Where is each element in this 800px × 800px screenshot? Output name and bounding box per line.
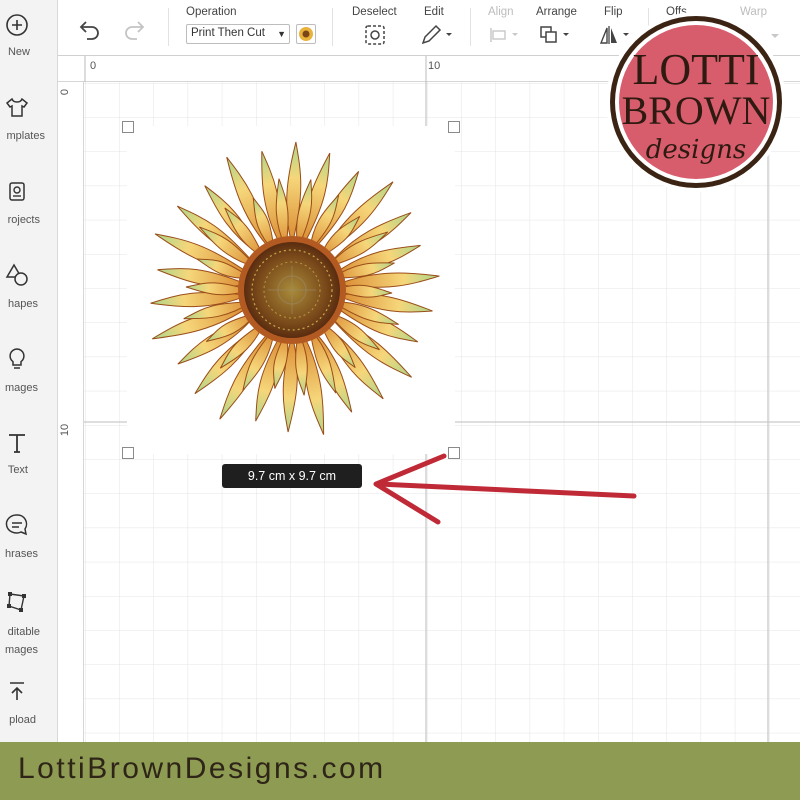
operation-select[interactable]: Print Then Cut ▼ — [186, 24, 290, 44]
sidebar-item-label: ditable — [7, 626, 40, 638]
sidebar-item-label: mplates — [6, 130, 45, 142]
undo-icon[interactable] — [78, 18, 102, 40]
resize-handle-top-right[interactable] — [448, 121, 460, 133]
operation-label: Operation — [186, 6, 237, 18]
size-tooltip: 9.7 cm x 9.7 cm — [222, 464, 362, 488]
logo-line-3: designs — [646, 135, 746, 165]
annotation-arrow-icon — [373, 453, 637, 525]
arrange-icon[interactable] — [538, 24, 574, 46]
sidebar-item-label: hapes — [8, 298, 38, 310]
sidebar-item-shapes[interactable]: hapes — [0, 258, 57, 318]
projects-icon — [9, 182, 25, 201]
edit-icon[interactable] — [420, 24, 454, 46]
editable-images-icon — [7, 592, 26, 612]
sidebar-item-new[interactable]: New — [0, 8, 57, 68]
sidebar-item-phrases[interactable]: hrases — [0, 508, 57, 568]
sidebar-item-upload[interactable]: pload — [0, 676, 57, 736]
sidebar-item-text[interactable]: Text — [0, 426, 57, 486]
upload-icon — [10, 682, 24, 700]
toolbar-divider — [168, 8, 169, 46]
sidebar-item-templates[interactable]: mplates — [0, 90, 57, 150]
edit-label: Edit — [424, 6, 444, 18]
deselect-icon[interactable] — [364, 24, 386, 46]
lightbulb-icon — [9, 348, 25, 369]
resize-handle-bottom-left[interactable] — [122, 447, 134, 459]
align-label: Align — [488, 6, 514, 18]
phrases-icon — [5, 514, 28, 536]
logo-line-2: BROWN — [622, 88, 771, 133]
sidebar-item-editable-images[interactable]: ditable mages — [0, 588, 57, 662]
plus-circle-icon — [6, 14, 28, 36]
chevron-down-icon: ▼ — [277, 29, 286, 39]
arrange-label: Arrange — [536, 6, 577, 18]
logo-line-1: LOTTI — [632, 45, 759, 94]
sidebar-item-projects[interactable]: rojects — [0, 174, 57, 234]
footer-banner: LottiBrownDesigns.com — [0, 742, 800, 800]
resize-handle-top-left[interactable] — [122, 121, 134, 133]
sidebar-item-label: hrases — [4, 548, 38, 560]
shapes-icon — [5, 263, 28, 286]
selected-image-bounding-box[interactable] — [122, 121, 460, 459]
lotti-brown-designs-logo: LOTTI BROWN designs — [606, 12, 786, 192]
ruler-tick-label: 0 — [59, 88, 72, 96]
footer-website-text: LottiBrownDesigns.com — [18, 752, 386, 785]
sidebar-item-images[interactable]: mages — [0, 342, 57, 402]
sidebar-item-label: Text — [7, 464, 28, 476]
ruler-tick-label: 10 — [59, 423, 72, 437]
deselect-label: Deselect — [352, 6, 397, 18]
left-sidebar: New mplates rojects hapes mages Text hra… — [0, 0, 58, 742]
sidebar-item-label: pload — [9, 714, 36, 726]
shirt-icon — [5, 97, 29, 117]
sidebar-item-label: mages — [4, 382, 38, 394]
sunflower-image — [127, 126, 455, 454]
toolbar-divider — [332, 8, 333, 46]
sidebar-item-label-line2: mages — [4, 644, 38, 656]
sidebar-item-label: New — [7, 46, 30, 58]
align-icon[interactable] — [488, 26, 522, 44]
toolbar-divider — [470, 8, 471, 46]
redo-icon[interactable] — [122, 18, 146, 40]
print-color-swatch[interactable] — [296, 24, 316, 44]
sidebar-item-label: rojects — [7, 214, 40, 226]
ruler-vertical: 0 10 — [58, 82, 84, 742]
text-icon — [9, 434, 25, 453]
operation-select-value: Print Then Cut — [191, 27, 265, 39]
sunflower-swatch-icon — [299, 27, 313, 41]
